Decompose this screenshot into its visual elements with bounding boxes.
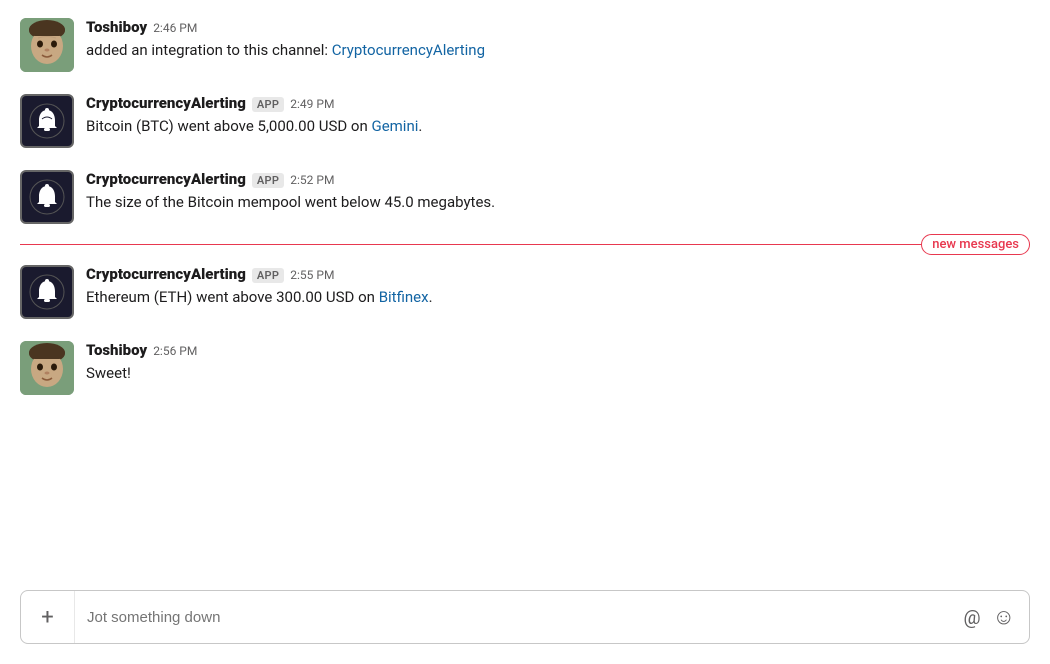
message-text-after: . (429, 288, 433, 306)
app-badge: APP (252, 268, 284, 283)
message-header: CryptocurrencyAlerting APP 2:52 PM (86, 170, 1030, 188)
message-row: CryptocurrencyAlerting APP 2:52 PM The s… (20, 168, 1030, 226)
message-row: Toshiboy 2:56 PM Sweet! (20, 339, 1030, 397)
message-row: CryptocurrencyAlerting APP 2:49 PM Bitco… (20, 92, 1030, 150)
message-content: CryptocurrencyAlerting APP 2:52 PM The s… (86, 170, 1030, 214)
message-row: Toshiboy 2:46 PM added an integration to… (20, 16, 1030, 74)
message-content: Toshiboy 2:46 PM added an integration to… (86, 18, 1030, 62)
message-text-before: Bitcoin (BTC) went above 5,000.00 USD on (86, 117, 371, 135)
input-icons: @ ☺ (963, 604, 1029, 630)
chat-container: Toshiboy 2:46 PM added an integration to… (0, 0, 1050, 664)
sender-name: Toshiboy (86, 18, 147, 36)
bitfinex-link[interactable]: Bitfinex (379, 288, 429, 306)
bell-icon (29, 103, 65, 139)
message-content: CryptocurrencyAlerting APP 2:49 PM Bitco… (86, 94, 1030, 138)
message-input-area: + @ ☺ (20, 590, 1030, 644)
message-text-before: Ethereum (ETH) went above 300.00 USD on (86, 288, 379, 306)
add-attachment-button[interactable]: + (21, 591, 75, 643)
message-text-after: . (418, 117, 422, 135)
message-content: CryptocurrencyAlerting APP 2:55 PM Ether… (86, 265, 1030, 309)
sender-name: Toshiboy (86, 341, 147, 359)
avatar (20, 265, 74, 319)
timestamp: 2:46 PM (153, 21, 197, 35)
message-text: Ethereum (ETH) went above 300.00 USD on … (86, 286, 1030, 309)
messages-area: Toshiboy 2:46 PM added an integration to… (20, 16, 1030, 580)
new-messages-divider: new messages (20, 244, 1030, 245)
app-badge: APP (252, 173, 284, 188)
message-header: Toshiboy 2:56 PM (86, 341, 1030, 359)
message-text: added an integration to this channel: Cr… (86, 39, 1030, 62)
integration-link[interactable]: CryptocurrencyAlerting (332, 41, 485, 59)
timestamp: 2:49 PM (290, 97, 334, 111)
sender-name: CryptocurrencyAlerting (86, 265, 246, 283)
avatar (20, 94, 74, 148)
message-text: Bitcoin (BTC) went above 5,000.00 USD on… (86, 115, 1030, 138)
bell-icon (29, 179, 65, 215)
avatar (20, 170, 74, 224)
plus-icon: + (41, 605, 53, 630)
message-text-before: added an integration to this channel: (86, 41, 332, 59)
avatar (20, 341, 74, 395)
message-text: The size of the Bitcoin mempool went bel… (86, 191, 1030, 214)
app-badge: APP (252, 97, 284, 112)
sender-name: CryptocurrencyAlerting (86, 94, 246, 112)
gemini-link[interactable]: Gemini (371, 117, 418, 135)
timestamp: 2:55 PM (290, 268, 334, 282)
message-content: Toshiboy 2:56 PM Sweet! (86, 341, 1030, 385)
divider-line (20, 244, 1030, 245)
message-text-content: Sweet! (86, 364, 131, 382)
sender-name: CryptocurrencyAlerting (86, 170, 246, 188)
message-input[interactable] (75, 595, 963, 640)
timestamp: 2:52 PM (290, 173, 334, 187)
message-header: Toshiboy 2:46 PM (86, 18, 1030, 36)
message-row: CryptocurrencyAlerting APP 2:55 PM Ether… (20, 263, 1030, 321)
bell-icon (29, 274, 65, 310)
message-header: CryptocurrencyAlerting APP 2:49 PM (86, 94, 1030, 112)
message-text: Sweet! (86, 362, 1030, 385)
mention-button[interactable]: @ (963, 606, 980, 629)
timestamp: 2:56 PM (153, 344, 197, 358)
message-header: CryptocurrencyAlerting APP 2:55 PM (86, 265, 1030, 283)
message-text-content: The size of the Bitcoin mempool went bel… (86, 193, 495, 211)
emoji-button[interactable]: ☺ (993, 604, 1015, 630)
new-messages-badge: new messages (921, 234, 1030, 255)
avatar (20, 18, 74, 72)
